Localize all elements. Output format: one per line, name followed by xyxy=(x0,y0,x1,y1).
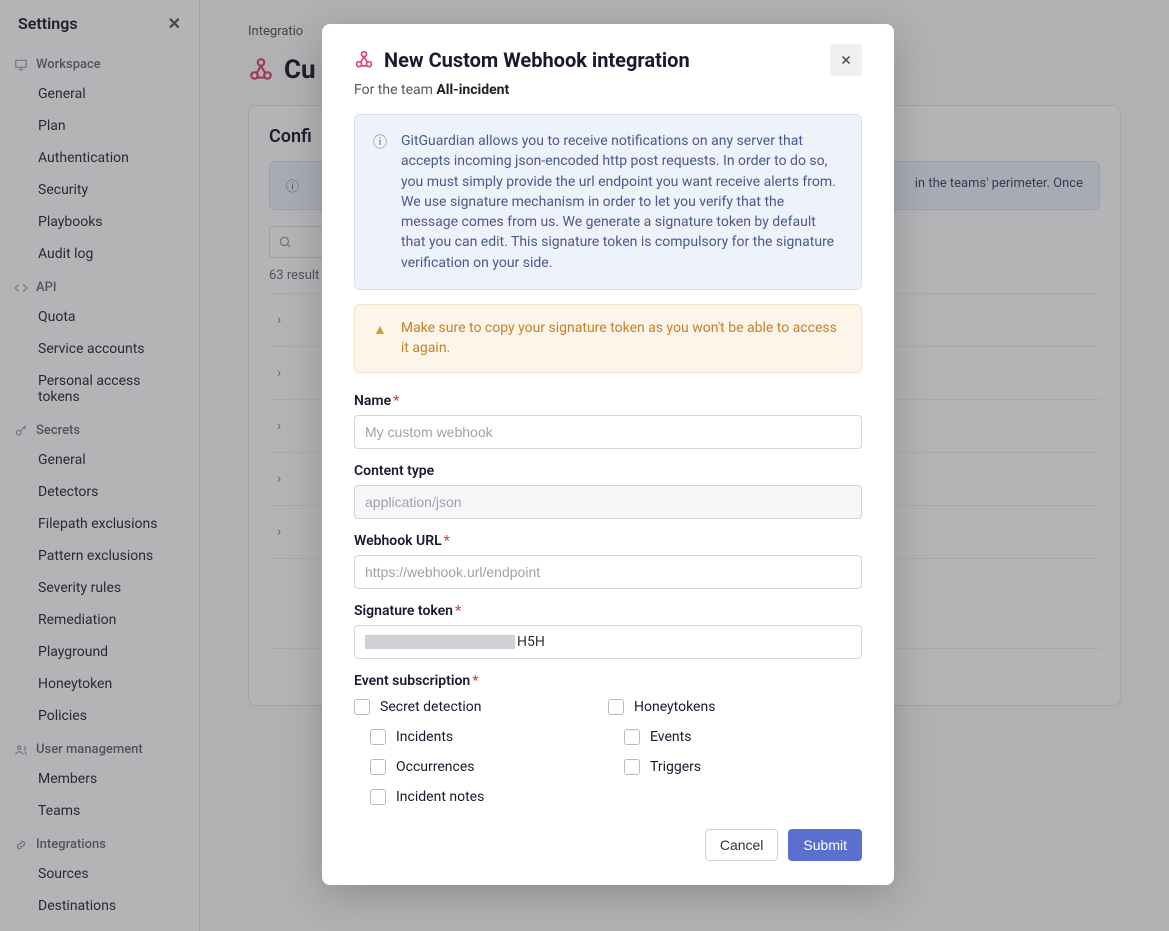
label-name: Name* xyxy=(354,393,862,409)
checkbox-secret-detection[interactable]: Secret detection xyxy=(354,699,608,715)
checkbox-occurrences[interactable]: Occurrences xyxy=(354,759,608,775)
redacted-token xyxy=(365,635,515,649)
warn-text: Make sure to copy your signature token a… xyxy=(401,319,843,358)
checkbox-incident-notes[interactable]: Incident notes xyxy=(354,789,608,805)
signature-token-input[interactable]: H5H xyxy=(354,625,862,659)
checkbox-icon xyxy=(370,789,386,805)
label-signature-token: Signature token* xyxy=(354,603,862,619)
new-webhook-modal: New Custom Webhook integration For the t… xyxy=(322,24,894,885)
checkbox-incidents[interactable]: Incidents xyxy=(354,729,608,745)
content-type-input xyxy=(354,485,862,519)
info-paragraph-2: We use signature mechanism in order to l… xyxy=(401,192,843,273)
modal-title: New Custom Webhook integration xyxy=(384,48,820,72)
warn-box: ▲ Make sure to copy your signature token… xyxy=(354,304,862,373)
webhook-url-input[interactable] xyxy=(354,555,862,589)
close-icon xyxy=(839,53,853,67)
info-box: ⓘ GitGuardian allows you to receive noti… xyxy=(354,114,862,290)
label-content-type: Content type xyxy=(354,463,862,479)
checkbox-honeytokens[interactable]: Honeytokens xyxy=(608,699,862,715)
label-event-subscription: Event subscription* xyxy=(354,673,862,689)
checkbox-icon xyxy=(370,759,386,775)
modal-actions: Cancel Submit xyxy=(354,829,862,861)
checkbox-events[interactable]: Events xyxy=(608,729,862,745)
info-paragraph-1: GitGuardian allows you to receive notifi… xyxy=(401,131,843,192)
submit-button[interactable]: Submit xyxy=(788,829,862,861)
warning-icon: ▲ xyxy=(373,321,387,358)
checkbox-icon xyxy=(624,759,640,775)
close-button[interactable] xyxy=(830,44,862,76)
checkbox-icon xyxy=(608,699,624,715)
cancel-button[interactable]: Cancel xyxy=(705,829,779,861)
checkbox-icon xyxy=(370,729,386,745)
info-icon: ⓘ xyxy=(373,133,387,273)
event-subscription-grid: Secret detection Honeytokens Incidents E… xyxy=(354,699,862,805)
checkbox-triggers[interactable]: Triggers xyxy=(608,759,862,775)
checkbox-icon xyxy=(624,729,640,745)
token-tail: H5H xyxy=(517,634,545,650)
modal-subtitle: For the team All-incident xyxy=(354,82,862,98)
label-webhook-url: Webhook URL* xyxy=(354,533,862,549)
webhook-icon xyxy=(354,50,374,70)
name-input[interactable] xyxy=(354,415,862,449)
checkbox-icon xyxy=(354,699,370,715)
